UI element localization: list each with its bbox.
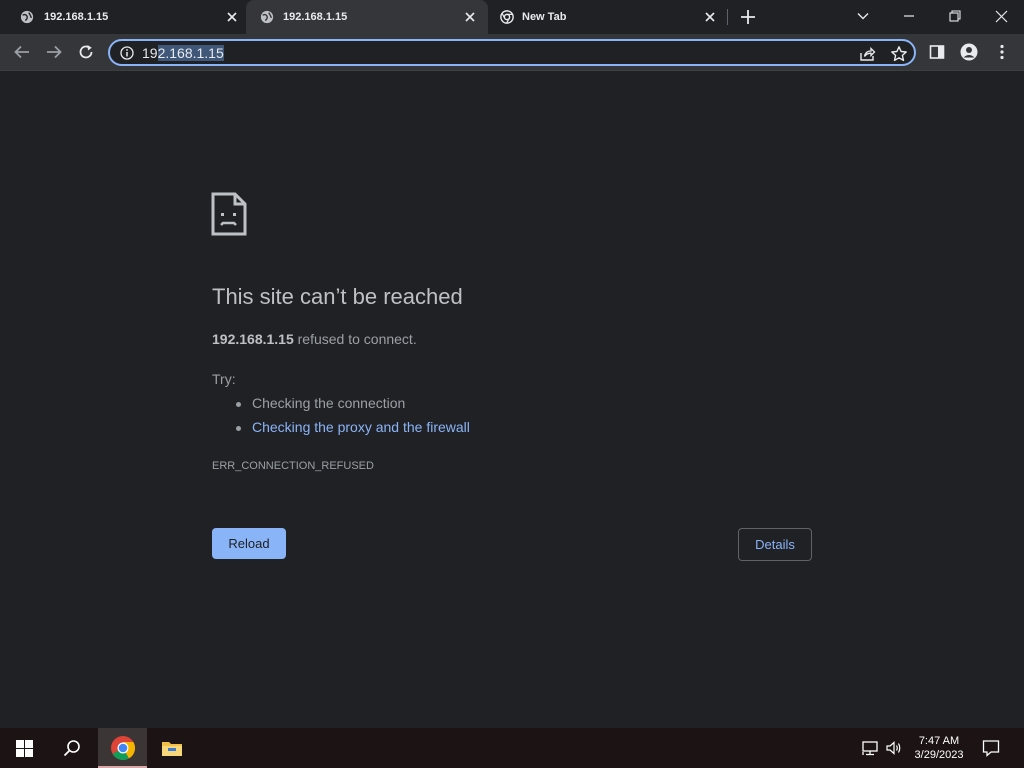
error-page: This site can’t be reached 192.168.1.15 … [0,72,1024,728]
url-prefix: 19 [142,45,158,61]
address-bar[interactable]: 192.168.1.15 [108,39,916,66]
taskbar-chrome[interactable] [98,728,147,768]
new-tab-button[interactable] [738,7,758,27]
close-window-button[interactable] [988,4,1014,28]
error-code: ERR_CONNECTION_REFUSED [212,460,374,472]
clock-date: 3/29/2023 [914,749,964,761]
tab-title: 192.168.1.15 [44,11,109,23]
tab-strip: 192.168.1.15 192.168.1.15 New Tab [0,0,1024,34]
tab-separator [727,9,728,25]
share-icon[interactable] [858,45,876,63]
start-button[interactable] [0,728,48,768]
restore-button[interactable] [942,4,968,28]
search-icon [63,740,80,757]
close-icon[interactable] [702,9,718,25]
globe-icon [20,10,34,24]
back-button[interactable] [12,42,32,62]
sad-page-icon [211,192,247,236]
search-button[interactable] [48,728,96,768]
close-icon [995,10,1007,22]
details-button[interactable]: Details [738,528,812,561]
arrow-right-icon [47,45,62,59]
error-heading: This site can’t be reached [212,284,463,309]
clock-time: 7:47 AM [918,735,960,747]
error-host: 192.168.1.15 [212,331,294,347]
bookmark-star-icon[interactable] [890,45,908,63]
volume-icon [886,741,901,755]
avatar-icon [960,43,978,61]
close-icon[interactable] [462,9,478,25]
tab-search-button[interactable] [850,4,876,28]
suggestion-check-connection: Checking the connection [235,395,406,411]
tab-title: 192.168.1.15 [283,11,348,23]
chrome-icon [500,10,514,24]
tab-2[interactable]: 192.168.1.15 [246,0,488,34]
kebab-menu-icon [1000,44,1004,60]
url-text[interactable]: 192.168.1.15 [142,45,224,61]
restore-icon [949,10,961,22]
windows-start-icon [15,739,33,757]
url-selection: 2.168.1.15 [157,45,224,61]
notification-icon [982,740,1000,757]
file-explorer-icon [162,742,182,756]
reload-toolbar-button[interactable] [76,42,96,62]
minimize-icon [904,15,914,17]
info-icon[interactable] [120,46,134,60]
error-message-text: refused to connect. [293,331,417,347]
profile-button[interactable] [959,42,979,62]
tab-1[interactable]: 192.168.1.15 [0,0,248,34]
minimize-button[interactable] [896,4,922,28]
notifications-button[interactable] [976,728,1006,768]
volume-tray-button[interactable] [884,728,904,768]
chrome-icon [110,736,135,761]
chevron-down-icon [857,13,869,20]
menu-button[interactable] [992,42,1012,62]
network-icon [862,741,878,756]
globe-icon [260,10,274,24]
reload-button[interactable]: Reload [212,528,286,559]
network-tray-button[interactable] [860,728,882,768]
refresh-icon [79,45,93,59]
close-icon[interactable] [224,9,240,25]
tab-3[interactable]: New Tab [488,0,728,34]
try-label: Try: [212,371,236,387]
suggestion-proxy-firewall-link[interactable]: Checking the proxy and the firewall [236,419,470,435]
side-panel-icon [929,45,945,59]
side-panel-button[interactable] [927,42,947,62]
taskbar-clock[interactable]: 7:47 AM 3/29/2023 [904,734,974,762]
tab-title: New Tab [522,11,567,23]
arrow-left-icon [14,45,29,59]
taskbar [0,728,1024,768]
forward-button[interactable] [44,42,64,62]
error-message: 192.168.1.15 refused to connect. [212,331,417,347]
taskbar-file-explorer[interactable] [148,728,196,768]
